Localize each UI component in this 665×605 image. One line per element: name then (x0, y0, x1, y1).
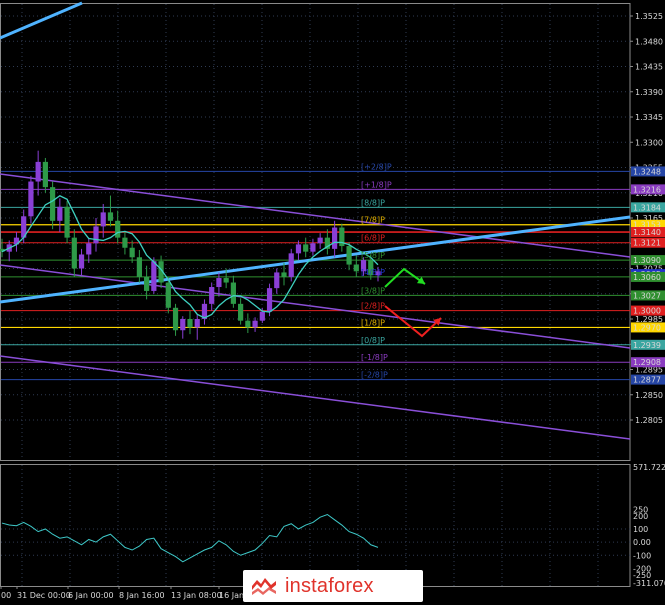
instaforex-logo-icon (251, 575, 277, 597)
candle-body (115, 220, 121, 238)
candle-body (50, 187, 56, 221)
candle-body (129, 247, 135, 258)
murrey-label: [4/8]P (361, 268, 385, 277)
y-tick-label: 1.3435 (635, 63, 663, 72)
y-tick-label: 1.2805 (635, 416, 663, 425)
chart-window: [+2/8]P [+1/8]P [8/8]P [7/8]P [6/8]P [5/8]P [4… (0, 0, 665, 605)
price-chart[interactable]: [+2/8]P [+1/8]P [8/8]P [7/8]P [6/8]P [5/8]P [4… (0, 0, 665, 605)
price-box-label: 1.3000 (633, 307, 661, 316)
oscillator-pane-frame (0, 464, 631, 587)
price-box-label: 1.3140 (633, 228, 661, 237)
x-tick-label: 8 Jan 16:00 (119, 591, 165, 600)
x-tick-label: 00 (1, 591, 11, 600)
x-tick-label: 6 Jan 00:00 (68, 591, 114, 600)
osc-y-tick-label: -100 (633, 551, 651, 560)
candle-body (295, 244, 302, 254)
candle-body (165, 282, 171, 308)
price-box-label: 1.2939 (633, 341, 661, 350)
candle-body (86, 243, 92, 255)
price-box-label: 1.2908 (633, 358, 661, 367)
candle-body (252, 320, 258, 328)
osc-y-tick-label: -311.0709 (633, 579, 665, 588)
murrey-label: [-2/8]P (361, 371, 388, 380)
channel-lower-line (0, 355, 631, 440)
candle-body (317, 237, 323, 244)
murrey-label: [8/8]P (361, 198, 385, 207)
candle-body (57, 206, 63, 221)
candle-body (151, 261, 157, 291)
price-box-label: 1.3027 (633, 291, 661, 300)
price-box-label: 1.3060 (633, 273, 661, 282)
price-box-label: 1.3216 (633, 185, 661, 194)
price-box-label: 1.2877 (633, 376, 661, 385)
murrey-label: [5/8]P (361, 251, 385, 260)
x-tick-label: 13 Jan 08:00 (171, 591, 222, 600)
x-tick-label: 16 Jan (219, 591, 244, 600)
murrey-label: [6/8]P (361, 234, 385, 243)
murrey-label: [+2/8]P (361, 162, 392, 171)
murrey-label: [1/8]P (361, 318, 385, 327)
price-box-label: 1.3090 (633, 256, 661, 265)
candle-body (71, 237, 77, 269)
candle-body (353, 264, 359, 272)
osc-y-tick-label: 571.7224 (633, 463, 665, 472)
murrey-label: [2/8]P (361, 302, 385, 311)
candle-body (42, 161, 48, 188)
y-tick-label: 1.3480 (635, 37, 663, 46)
price-box-label: 1.3184 (633, 203, 661, 212)
candle-body (107, 212, 114, 221)
murrey-label: [0/8]P (361, 336, 385, 345)
candle-body (64, 206, 70, 238)
candle-body (346, 246, 352, 265)
candle-body (266, 288, 273, 312)
murrey-label: [+1/8]P (361, 180, 392, 189)
candle-body (180, 319, 186, 331)
candle-body (187, 319, 193, 328)
candle-body (223, 278, 229, 283)
candle-body (136, 257, 142, 277)
candle-body (303, 244, 309, 252)
y-tick-label: 1.3390 (635, 88, 663, 97)
osc-y-tick-label: 0.00 (633, 538, 651, 547)
oscillator-line (1, 513, 379, 563)
candle-body (310, 243, 316, 252)
candle-body (216, 278, 222, 288)
candle-body (93, 226, 99, 244)
price-box-label: 1.3121 (633, 239, 661, 248)
murrey-label: [-1/8]P (361, 353, 388, 362)
candle-body (78, 254, 85, 269)
candle-body (238, 303, 244, 321)
candle-body (28, 181, 34, 217)
candle-body (274, 272, 280, 289)
candle-body (172, 307, 179, 331)
forecast-arrow-up (384, 267, 426, 288)
murrey-label: [3/8]P (361, 286, 385, 295)
x-tick-label: 31 Dec 00:00 (17, 591, 71, 600)
candle-body (144, 276, 150, 291)
murrey-label: [7/8]P (361, 216, 385, 225)
y-tick-label: 1.3300 (635, 138, 663, 147)
candle-body (100, 212, 106, 227)
y-tick-label: 1.3525 (635, 12, 663, 21)
candle-body (122, 237, 128, 248)
osc-y-tick-label: 100 (633, 525, 648, 534)
y-tick-label: 1.2850 (635, 391, 663, 400)
candle-body (259, 311, 265, 321)
price-box-label: 1.2970 (633, 323, 661, 332)
osc-y-tick-label: 200 (633, 512, 648, 521)
instaforex-logo: instaforex (243, 570, 423, 602)
logo-text: instaforex (285, 574, 374, 597)
channel-middle-line (0, 264, 631, 349)
candle-body (230, 282, 236, 304)
candle-body (288, 253, 294, 277)
candle-body (245, 320, 251, 328)
candle-body (194, 319, 200, 328)
candle-body (35, 161, 41, 182)
price-box-label: 1.3248 (633, 167, 661, 176)
candle-body (209, 287, 215, 304)
y-tick-label: 1.3345 (635, 113, 663, 122)
candle-body (281, 272, 287, 277)
candle-body (332, 227, 338, 249)
